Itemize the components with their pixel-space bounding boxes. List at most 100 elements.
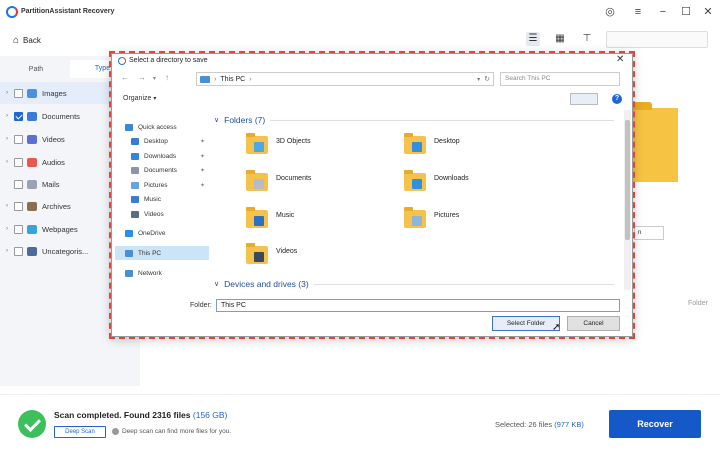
refresh-icon[interactable]: ↻ xyxy=(484,75,490,83)
pin-icon: ✦ xyxy=(199,182,205,189)
nav-item[interactable]: Music xyxy=(115,192,209,206)
address-chevron-icon: › xyxy=(214,75,217,83)
item-checkbox[interactable] xyxy=(14,134,23,144)
nav-item[interactable]: Downloads ✦ xyxy=(115,149,209,163)
nav-item[interactable]: Quick access xyxy=(115,120,209,134)
expand-caret-icon[interactable]: › xyxy=(0,226,14,232)
nav-item[interactable]: Desktop ✦ xyxy=(115,134,209,148)
maximize-button[interactable]: ☐ xyxy=(679,5,693,19)
expand-caret-icon[interactable]: › xyxy=(0,159,14,165)
dialog-search-input[interactable]: Search This PC xyxy=(500,72,620,86)
recover-button[interactable]: Recover xyxy=(609,410,701,438)
nav-up-icon[interactable]: ↑ xyxy=(165,73,169,82)
folder-item-label: Downloads xyxy=(434,175,469,182)
folder-item-label: 3D Objects xyxy=(276,138,311,145)
group-divider xyxy=(313,283,614,285)
headset-icon[interactable]: ◎ xyxy=(603,5,617,19)
folder-item[interactable]: Documents xyxy=(246,170,311,191)
selected-count: Selected: 26 files xyxy=(495,420,553,429)
nav-item-label: Pictures xyxy=(144,181,168,189)
nav-item-label: Quick access xyxy=(138,123,177,131)
menu-icon[interactable]: ≡ xyxy=(631,5,645,19)
devices-heading: Devices and drives (3) xyxy=(224,279,309,289)
navigation-pane: Quick access Desktop ✦ Downloads ✦ Documents ✦… xyxy=(115,112,209,290)
file-type-icon xyxy=(27,111,37,121)
nav-item[interactable]: Network xyxy=(115,266,209,280)
scroll-thumb[interactable] xyxy=(625,120,630,240)
expand-caret-icon[interactable]: › xyxy=(0,90,14,96)
folder-item[interactable]: Desktop xyxy=(404,133,460,154)
item-checkbox[interactable] xyxy=(14,224,23,234)
nav-item[interactable]: Documents ✦ xyxy=(115,163,209,177)
folder-icon xyxy=(404,170,426,191)
folder-item-label: Desktop xyxy=(434,138,460,145)
file-type-icon xyxy=(27,179,37,189)
dialog-title: Select a directory to save xyxy=(129,57,208,64)
address-text: This PC xyxy=(220,75,246,83)
back-label: Back xyxy=(23,36,41,45)
nav-item-icon xyxy=(131,137,139,145)
nav-item[interactable]: Pictures ✦ xyxy=(115,178,209,192)
minimize-button[interactable]: − xyxy=(656,5,670,19)
expand-caret-icon[interactable]: › xyxy=(0,113,14,119)
filter-icon[interactable]: ⊤ xyxy=(580,32,594,46)
cancel-button[interactable]: Cancel xyxy=(567,316,620,331)
nav-history-icon[interactable]: ▾ xyxy=(153,75,156,82)
nav-item[interactable]: Videos xyxy=(115,207,209,221)
info-icon xyxy=(112,428,119,435)
item-checkbox[interactable] xyxy=(14,111,23,121)
folders-group-header[interactable]: ∨ Folders (7) xyxy=(214,115,614,125)
mouse-cursor-icon: ➚ xyxy=(552,322,561,333)
address-bar[interactable]: › This PC › ▾ ↻ xyxy=(196,72,494,86)
grid-view-icon[interactable]: ▦ xyxy=(553,32,567,46)
folder-input[interactable]: This PC xyxy=(216,299,620,312)
view-mode-icon[interactable] xyxy=(570,93,598,105)
folder-item[interactable]: Videos xyxy=(246,243,297,264)
folder-item[interactable]: Pictures xyxy=(404,207,459,228)
dialog-close-icon[interactable]: ✕ xyxy=(616,54,624,65)
this-pc-icon xyxy=(200,75,210,83)
folder-icon xyxy=(404,133,426,154)
item-checkbox[interactable] xyxy=(14,246,23,256)
expand-caret-icon[interactable]: › xyxy=(0,248,14,254)
item-checkbox[interactable] xyxy=(14,157,23,167)
expand-caret-icon[interactable]: › xyxy=(0,136,14,142)
nav-item[interactable]: OneDrive xyxy=(115,226,209,240)
select-folder-button[interactable]: Select Folder xyxy=(492,316,560,331)
nav-item[interactable]: This PC xyxy=(115,246,209,260)
list-view-icon[interactable]: ☰ xyxy=(526,32,540,46)
right-panel-field[interactable]: n xyxy=(634,226,664,240)
folder-icon xyxy=(246,207,268,228)
item-checkbox[interactable] xyxy=(14,179,23,189)
group-divider xyxy=(270,119,614,121)
folder-item[interactable]: 3D Objects xyxy=(246,133,311,154)
devices-group-header[interactable]: ∨ Devices and drives (3) xyxy=(214,279,614,289)
nav-back-icon[interactable]: ← xyxy=(121,73,129,82)
nav-forward-icon[interactable]: → xyxy=(138,73,146,82)
folder-badge-icon xyxy=(254,252,264,262)
file-type-icon xyxy=(27,224,37,234)
chevron-down-icon: ▾ xyxy=(153,96,157,102)
file-type-icon xyxy=(27,246,37,256)
folder-icon xyxy=(246,133,268,154)
deep-scan-button[interactable]: Deep Scan xyxy=(54,426,106,438)
folder-item[interactable]: Music xyxy=(246,207,294,228)
folder-badge-icon xyxy=(412,142,422,152)
item-checkbox[interactable] xyxy=(14,201,23,211)
help-icon[interactable]: ? xyxy=(612,94,622,104)
expand-caret-icon[interactable]: › xyxy=(0,203,14,209)
close-button[interactable]: ✕ xyxy=(701,5,715,19)
tab-path[interactable]: Path xyxy=(6,62,66,78)
back-button[interactable]: ⌂ Back xyxy=(13,35,41,46)
organize-menu[interactable]: Organize ▾ xyxy=(123,95,156,102)
pin-icon: ✦ xyxy=(199,138,205,145)
pin-icon: ✦ xyxy=(199,153,205,160)
search-input[interactable] xyxy=(606,31,708,48)
folder-item[interactable]: Downloads xyxy=(404,170,469,191)
folder-field-label: Folder: xyxy=(190,302,212,309)
folder-content: ∨ Folders (7) 3D Objects Desktop Documents Do… xyxy=(210,112,622,290)
app-logo-icon xyxy=(6,6,18,18)
address-dropdown-icon[interactable]: ▾ xyxy=(477,76,480,83)
item-checkbox[interactable] xyxy=(14,88,23,98)
file-type-icon xyxy=(27,134,37,144)
